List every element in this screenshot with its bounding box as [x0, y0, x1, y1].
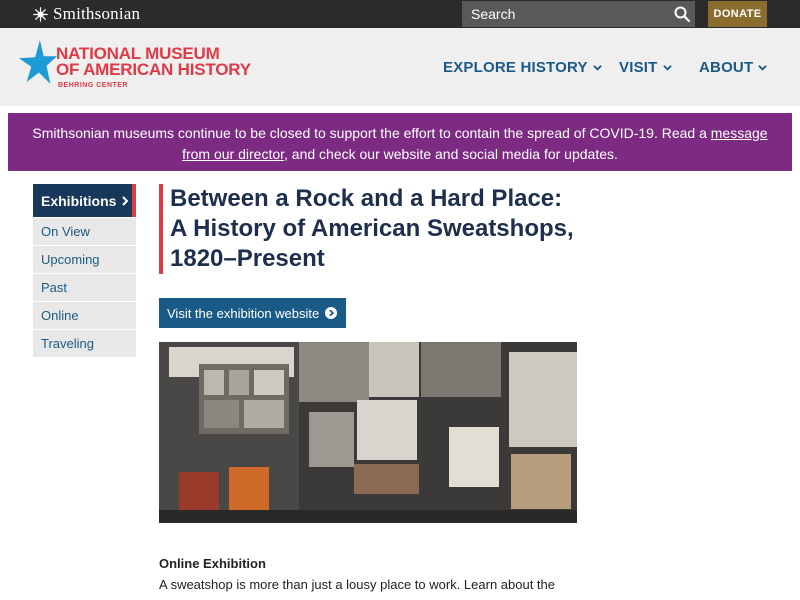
sidebar-item-on-view[interactable]: On View [33, 218, 136, 245]
section-heading-online-exhibition: Online Exhibition [159, 556, 266, 571]
nav-label: EXPLORE HISTORY [443, 59, 588, 76]
sidebar-item-label: Upcoming [41, 252, 100, 267]
sidebar-heading-exhibitions[interactable]: Exhibitions [33, 184, 136, 217]
donate-button[interactable]: DONATE [708, 1, 767, 27]
chevron-down-icon [758, 65, 768, 71]
sidebar-item-label: Online [41, 308, 79, 323]
nav-label: ABOUT [699, 59, 754, 76]
banner-text-after: , and check our website and social media… [284, 146, 618, 162]
smithsonian-sun-icon [33, 6, 48, 22]
nav-label: VISIT [619, 59, 658, 76]
sidebar-item-label: On View [41, 224, 90, 239]
museum-title-line2: OF AMERICAN HISTORY [56, 60, 251, 79]
site-header: NATIONAL MUSEUM OF AMERICAN HISTORY BEHR… [0, 28, 800, 106]
star-icon [19, 40, 57, 84]
arrow-circle-icon [325, 307, 338, 319]
nav-explore-history[interactable]: EXPLORE HISTORY [443, 59, 602, 76]
smithsonian-logo[interactable]: Smithsonian [33, 4, 140, 24]
search-icon[interactable] [669, 1, 695, 27]
museum-logo-text[interactable]: NATIONAL MUSEUM OF AMERICAN HISTORY [56, 45, 251, 79]
search-placeholder: Search [471, 6, 516, 22]
sidebar-item-label: Past [41, 280, 68, 295]
museum-subtitle: BEHRING CENTER [58, 82, 129, 89]
exhibition-photo [159, 342, 577, 523]
sidebar-item-online[interactable]: Online [33, 302, 136, 329]
visit-exhibition-button[interactable]: Visit the exhibition website [159, 298, 346, 328]
chevron-down-icon [662, 65, 672, 71]
alert-banner: Smithsonian museums continue to be close… [8, 113, 792, 171]
nav-about[interactable]: ABOUT [699, 59, 768, 76]
exhibition-description: A sweatshop is more than just a lousy pl… [159, 577, 556, 592]
banner-text-before: Smithsonian museums continue to be close… [32, 125, 711, 141]
exhibitions-sidebar: Exhibitions On View Upcoming Past Online… [33, 184, 136, 357]
nav-visit[interactable]: VISIT [619, 59, 672, 76]
sidebar-item-past[interactable]: Past [33, 274, 136, 301]
page-title-block: Between a Rock and a Hard Place: A Histo… [159, 184, 579, 274]
search-input[interactable]: Search [462, 1, 695, 27]
sidebar-item-traveling[interactable]: Traveling [33, 330, 136, 357]
sidebar-item-upcoming[interactable]: Upcoming [33, 246, 136, 273]
chevron-down-icon [592, 65, 602, 71]
sidebar-item-label: Traveling [41, 336, 94, 351]
smithsonian-logo-text: Smithsonian [53, 4, 141, 23]
page-title: Between a Rock and a Hard Place: A Histo… [170, 185, 574, 272]
visit-button-label: Visit the exhibition website [167, 305, 320, 321]
sidebar-heading-label: Exhibitions [41, 192, 117, 209]
chevron-right-icon [122, 195, 129, 206]
top-bar: Smithsonian Search DONATE [0, 0, 800, 28]
